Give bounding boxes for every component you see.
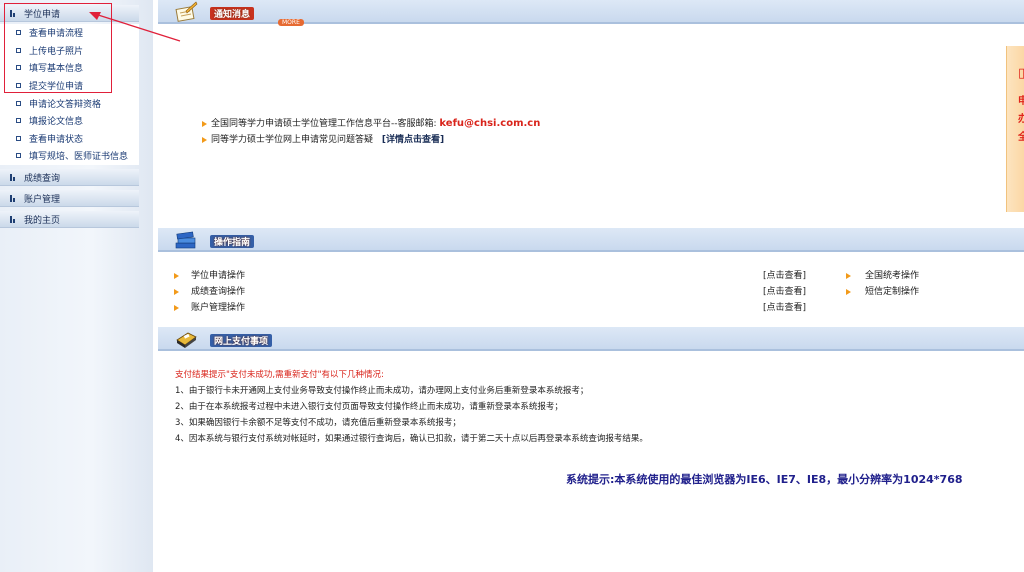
orange-arrow-icon	[202, 120, 207, 127]
main-content: 通知消息 MORE 全国同等学力申请硕士学位管理工作信息平台--客服邮箱: ke…	[158, 0, 1024, 572]
guide-link-score-query[interactable]: [点击查看]	[763, 284, 806, 297]
faq-details-link[interactable]: [详情点击查看]	[382, 135, 444, 145]
guide-link-degree-application[interactable]: [点击查看]	[763, 268, 806, 281]
bar-chart-icon	[10, 194, 18, 202]
notepad-pencil-icon	[175, 1, 198, 22]
guide-item-sms-subscription[interactable]: 短信定制操作	[846, 284, 919, 297]
customer-service-email[interactable]: kefu@chsi.com.cn	[439, 118, 540, 129]
payment-case-4: 4、因本系统与银行支付系统对帐延时，如果通过银行查询后，确认已扣款，请于第二天十…	[175, 434, 648, 444]
books-icon	[175, 231, 196, 249]
payment-title: 网上支付事项	[210, 334, 273, 347]
guide-item-account-management[interactable]: 账户管理操作	[174, 300, 245, 313]
payment-section-header: 网上支付事项	[158, 327, 1024, 351]
sidebar: 学位申请 查看申请流程 上传电子照片 填写基本信息 提交学位申请 申请论文答辩资…	[0, 0, 153, 572]
guide-item-score-query[interactable]: 成绩查询操作	[174, 284, 245, 297]
payment-case-3: 3、如果确因银行卡余额不足等支付不成功，请充值后重新登录本系统报考；	[175, 418, 461, 428]
orange-arrow-icon	[174, 272, 179, 279]
square-bullet-icon	[16, 118, 21, 124]
guide-title: 操作指南	[210, 235, 255, 248]
menu-my-homepage[interactable]: 我的主页	[0, 211, 139, 228]
orange-arrow-icon	[202, 136, 207, 143]
menu-account-management[interactable]: 账户管理	[0, 190, 139, 207]
submenu-item-thesis-defense[interactable]: 申请论文答辩资格	[0, 94, 139, 112]
guide-item-degree-application[interactable]: 学位申请操作	[174, 268, 245, 281]
banner-frame-icon: ▯	[1018, 66, 1024, 81]
square-bullet-icon	[16, 100, 21, 106]
payment-case-2: 2、由于在本系统报考过程中未进入银行支付页面导致支付操作终止而未成功，请重新登录…	[175, 402, 563, 412]
submenu-item-certificates[interactable]: 填写规培、医师证书信息	[0, 147, 139, 165]
notice-title: 通知消息	[210, 7, 255, 20]
orange-arrow-icon	[174, 304, 179, 311]
square-bullet-icon	[16, 135, 21, 141]
bar-chart-icon	[10, 215, 18, 223]
more-link[interactable]: MORE	[278, 19, 304, 26]
submenu-item-thesis-info[interactable]: 填报论文信息	[0, 112, 139, 130]
notice-line-faq: 同等学力硕士学位网上申请常见问题答疑 [详情点击查看]	[202, 132, 444, 145]
wallet-card-icon	[176, 332, 197, 348]
square-bullet-icon	[16, 153, 21, 159]
guide-item-national-exam[interactable]: 全国统考操作	[846, 268, 919, 281]
notice-line-email: 全国同等学力申请硕士学位管理工作信息平台--客服邮箱: kefu@chsi.co…	[202, 116, 540, 129]
bar-chart-icon	[10, 173, 18, 181]
side-banner[interactable]: ▯ 申 办 全	[1006, 46, 1024, 212]
menu-score-query[interactable]: 成绩查询	[0, 169, 139, 186]
orange-arrow-icon	[174, 288, 179, 295]
orange-arrow-icon	[846, 288, 851, 295]
payment-intro: 支付结果提示"支付未成功,需重新支付"有以下几种情况:	[175, 370, 384, 380]
submenu-item-view-status[interactable]: 查看申请状态	[0, 130, 139, 148]
payment-case-1: 1、由于银行卡未开通网上支付业务导致支付操作终止而未成功，请办理网上支付业务后重…	[175, 386, 589, 396]
orange-arrow-icon	[846, 272, 851, 279]
system-tip: 系统提示:本系统使用的最佳浏览器为IE6、IE7、IE8，最小分辨率为1024*…	[566, 473, 963, 486]
guide-section-header: 操作指南	[158, 228, 1024, 252]
guide-link-account-management[interactable]: [点击查看]	[763, 300, 806, 313]
